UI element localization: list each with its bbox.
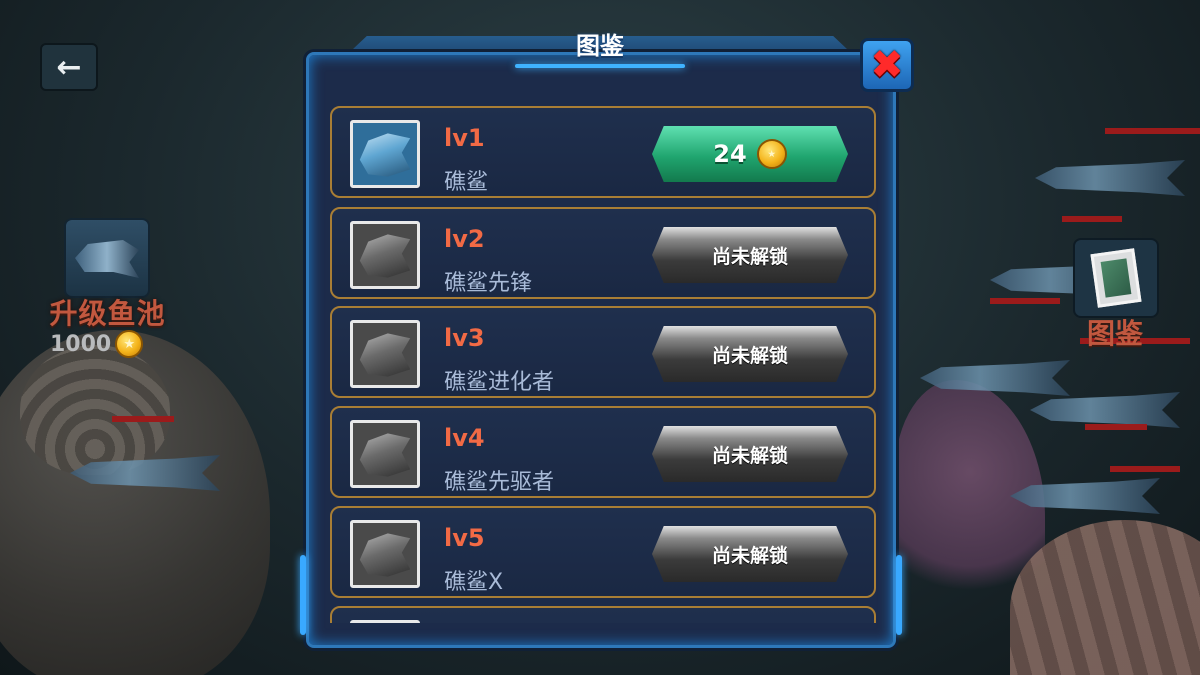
shark-icon	[359, 433, 411, 477]
locked-button[interactable]: 尚未解锁	[652, 227, 848, 283]
fish-name: 礁鲨先驱者	[444, 470, 555, 495]
back-button[interactable]: ←	[40, 43, 98, 91]
card-album-icon	[1090, 248, 1142, 308]
locked-button-label: 尚未解锁	[711, 544, 788, 567]
arrow-left-icon: ←	[56, 49, 82, 85]
fish-level: lv5	[444, 524, 485, 552]
health-bar	[112, 416, 174, 422]
buy-price: 24	[713, 140, 747, 168]
fish-thumbnail	[350, 221, 420, 289]
locked-button[interactable]: 尚未解锁	[652, 326, 848, 382]
shark-sprite[interactable]	[1035, 160, 1185, 196]
close-x-icon: ✖	[870, 42, 904, 88]
locked-button[interactable]: 尚未解锁	[652, 426, 848, 482]
buy-button[interactable]: 24	[652, 126, 848, 182]
fish-thumbnail	[350, 420, 420, 488]
upgrade-pool-button[interactable]	[64, 218, 150, 298]
atlas-label: 图鉴	[1086, 317, 1143, 350]
list-item: lv1 礁鲨 24	[330, 106, 876, 198]
upgrade-pool-label: 升级鱼池	[49, 297, 166, 330]
fish-level: lv2	[444, 225, 485, 253]
shark-icon	[75, 240, 139, 278]
fish-level: lv1	[444, 124, 485, 152]
shark-sprite[interactable]	[1030, 392, 1180, 428]
list-item: lv4 礁鲨先驱者 尚未解锁	[330, 406, 876, 498]
shark-icon	[359, 133, 411, 177]
health-bar	[1105, 128, 1200, 134]
health-bar	[1085, 424, 1147, 430]
fish-name: 礁鲨先锋	[444, 271, 533, 296]
fish-thumbnail	[350, 320, 420, 388]
shark-icon	[359, 533, 411, 577]
health-bar	[1062, 216, 1122, 222]
fish-list[interactable]: lv1 礁鲨 24 lv2 礁鲨先锋 尚未解锁 lv3 礁鲨进化者 尚未解锁 l…	[330, 106, 876, 623]
upgrade-cost-value: 1000	[50, 331, 112, 357]
list-item: lv2 礁鲨先锋 尚未解锁	[330, 207, 876, 299]
panel-title: 图鉴	[576, 32, 624, 60]
locked-button[interactable]: 尚未解锁	[652, 526, 848, 582]
close-button[interactable]: ✖	[860, 38, 914, 92]
atlas-button[interactable]	[1073, 238, 1159, 318]
locked-button-label: 尚未解锁	[711, 344, 788, 367]
health-bar	[1110, 466, 1180, 472]
fish-name: 礁鲨X	[444, 570, 504, 595]
shell-rock	[20, 345, 170, 475]
fish-thumbnail	[350, 120, 420, 188]
fish-name: 礁鲨进化者	[444, 370, 555, 395]
coin-icon	[115, 330, 144, 358]
upgrade-pool-cost: 1000	[50, 330, 144, 358]
fish-thumbnail	[350, 620, 420, 623]
list-item: lv3 礁鲨进化者 尚未解锁	[330, 306, 876, 398]
list-item	[330, 606, 876, 623]
shark-icon	[359, 333, 411, 377]
fish-level: lv3	[444, 324, 485, 352]
fish-name: 礁鲨	[444, 170, 489, 195]
health-bar	[990, 298, 1060, 304]
coin-icon	[756, 139, 787, 169]
locked-button-label: 尚未解锁	[711, 444, 788, 467]
locked-button-label: 尚未解锁	[711, 245, 788, 268]
shark-icon	[359, 234, 411, 278]
list-item: lv5 礁鲨X 尚未解锁	[330, 506, 876, 598]
panel-header-glow	[515, 64, 685, 68]
fish-thumbnail	[350, 520, 420, 588]
fish-level: lv4	[444, 424, 485, 452]
